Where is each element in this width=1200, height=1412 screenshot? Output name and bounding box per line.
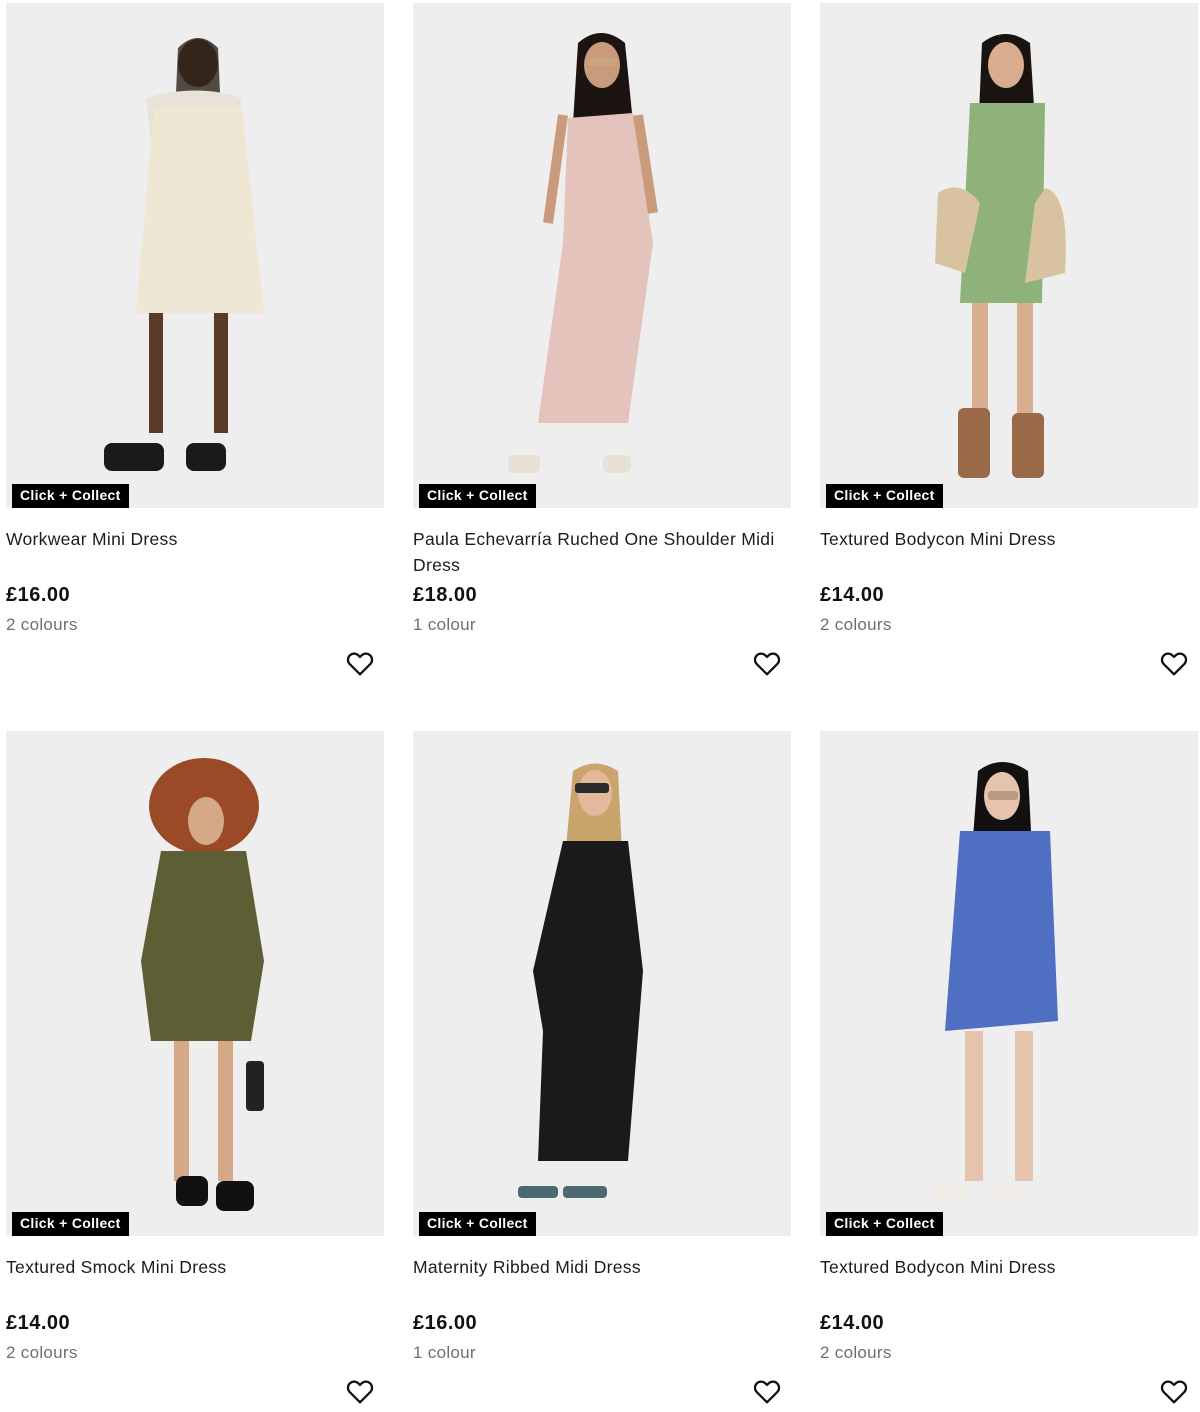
click-collect-badge: Click + Collect (826, 1212, 943, 1236)
click-collect-badge: Click + Collect (826, 484, 943, 508)
product-price: £14.00 (6, 1312, 71, 1334)
heart-outline-icon[interactable] (1158, 1375, 1190, 1407)
product-price: £18.00 (413, 584, 478, 606)
click-collect-badge: Click + Collect (419, 484, 536, 508)
heart-outline-icon[interactable] (751, 1375, 783, 1407)
model-photo (518, 763, 643, 1198)
model-photo (935, 762, 1058, 1204)
product-title[interactable]: Maternity Ribbed Midi Dress (413, 1254, 783, 1280)
click-collect-badge: Click + Collect (419, 1212, 536, 1236)
model-photo (104, 38, 264, 471)
product-colours: 2 colours (820, 615, 892, 634)
product-image[interactable]: Click + Collect (820, 731, 1198, 1236)
product-card[interactable]: Click + Collect Maternity Ribbed Midi Dr… (413, 731, 791, 1404)
product-image[interactable]: Click + Collect (6, 3, 384, 508)
product-title[interactable]: Textured Smock Mini Dress (6, 1254, 376, 1280)
product-image[interactable]: Click + Collect (413, 3, 791, 508)
product-title[interactable]: Textured Bodycon Mini Dress (820, 1254, 1190, 1280)
heart-outline-icon[interactable] (751, 647, 783, 679)
heart-outline-icon[interactable] (344, 1375, 376, 1407)
product-card[interactable]: Click + Collect Textured Bodycon Mini Dr… (820, 731, 1198, 1404)
product-card[interactable]: Click + Collect Paula Echevarría Ruched … (413, 3, 791, 676)
product-card[interactable]: Click + Collect Textured Bodycon Mini Dr… (820, 3, 1198, 676)
product-colours: 2 colours (820, 1343, 892, 1362)
product-image[interactable]: Click + Collect (413, 731, 791, 1236)
product-colours: 1 colour (413, 615, 476, 634)
heart-outline-icon[interactable] (1158, 647, 1190, 679)
click-collect-badge: Click + Collect (12, 1212, 129, 1236)
product-colours: 1 colour (413, 1343, 476, 1362)
product-price: £16.00 (6, 584, 71, 606)
product-image[interactable]: Click + Collect (6, 731, 384, 1236)
product-price: £16.00 (413, 1312, 478, 1334)
product-title[interactable]: Workwear Mini Dress (6, 526, 376, 552)
product-image[interactable]: Click + Collect (820, 3, 1198, 508)
model-photo (935, 34, 1066, 478)
product-title[interactable]: Paula Echevarría Ruched One Shoulder Mid… (413, 526, 783, 578)
product-colours: 2 colours (6, 1343, 78, 1362)
product-price: £14.00 (820, 1312, 885, 1334)
product-title[interactable]: Textured Bodycon Mini Dress (820, 526, 1190, 552)
heart-outline-icon[interactable] (344, 647, 376, 679)
product-colours: 2 colours (6, 615, 78, 634)
model-photo (141, 758, 264, 1211)
product-price: £14.00 (820, 584, 885, 606)
model-photo (508, 33, 658, 473)
product-card[interactable]: Click + Collect Workwear Mini Dress £16.… (6, 3, 384, 676)
product-card[interactable]: Click + Collect Textured Smock Mini Dres… (6, 731, 384, 1404)
click-collect-badge: Click + Collect (12, 484, 129, 508)
